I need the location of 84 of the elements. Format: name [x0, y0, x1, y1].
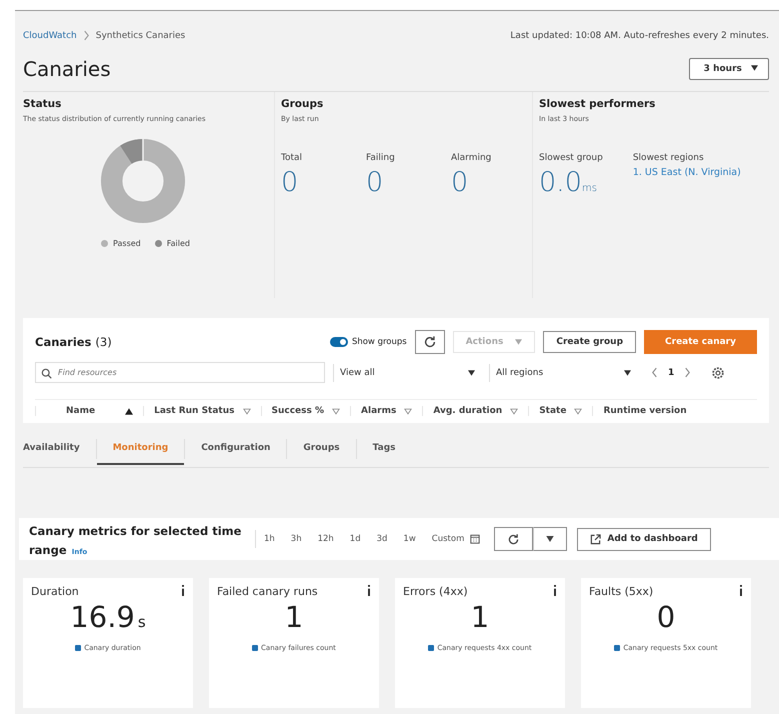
column-header[interactable]: Alarms [361, 406, 396, 416]
previous-page-icon[interactable] [651, 367, 658, 378]
page-number[interactable]: 1 [668, 368, 674, 378]
search-field[interactable]: Find resources [35, 362, 325, 383]
last-updated-text: Last updated: 10:08 AM. Auto-refreshes every 2 minutes. [510, 30, 769, 40]
sort-ascending-icon[interactable] [125, 408, 134, 414]
legend-label: Failed [166, 239, 190, 248]
metric-value: 16.9 s [69, 600, 147, 634]
metric-value: 1 [284, 600, 304, 634]
page-title: Canaries [23, 57, 111, 81]
legend-swatch [252, 645, 258, 651]
time-range-option[interactable]: 1w [395, 530, 424, 548]
column-header[interactable]: Runtime version [603, 406, 687, 416]
next-page-icon[interactable] [684, 367, 692, 378]
panel-title: Slowest performers [539, 98, 656, 110]
refresh-icon [507, 532, 520, 546]
stat-value: 0 [281, 167, 300, 198]
stat-label: Slowest regions [632, 153, 705, 163]
stat-label: Failing [366, 153, 396, 163]
legend-swatch [75, 645, 82, 651]
metric-title: Faults (5xx) [589, 585, 654, 598]
time-range-option[interactable]: Custom [424, 530, 488, 548]
caret-down-icon [546, 536, 554, 542]
sort-icon[interactable] [242, 408, 250, 414]
time-range-option[interactable]: 3h [282, 530, 310, 548]
stat-value: 0 [451, 167, 470, 198]
tab[interactable]: Configuration [185, 433, 286, 465]
column-header[interactable]: Last Run Status [154, 406, 234, 416]
metric-title: Duration [31, 585, 79, 598]
time-range-option[interactable]: 1d [342, 530, 369, 548]
caret-down-icon [468, 370, 475, 376]
chevron-right-icon [82, 30, 90, 41]
region-link[interactable]: 1. US East (N. Virginia) [632, 167, 741, 178]
sort-icon[interactable] [510, 408, 518, 414]
metric-title: Failed canary runs [217, 585, 318, 598]
time-range-option[interactable]: 12h [310, 530, 342, 548]
legend-swatch [428, 645, 434, 651]
sort-icon[interactable] [574, 408, 582, 414]
legend-label: Passed [113, 239, 141, 248]
tab[interactable]: Availability [23, 433, 96, 465]
tab[interactable]: Groups [287, 433, 356, 465]
metric-value: 1 [470, 600, 490, 634]
info-icon[interactable] [367, 585, 371, 596]
external-link-icon [590, 534, 602, 544]
sort-icon[interactable] [332, 408, 340, 414]
column-header[interactable]: Name [66, 406, 96, 416]
toggle-switch[interactable] [330, 337, 348, 347]
stat-value: 0.0 ms [539, 167, 598, 198]
stat-label: Alarming [451, 153, 492, 163]
column-header[interactable]: Avg. duration [433, 406, 502, 416]
time-range-option[interactable]: 3d [368, 530, 396, 548]
stat-label: Slowest group [539, 153, 603, 163]
metric-value: 0 [656, 600, 676, 634]
info-icon[interactable] [553, 585, 557, 596]
refresh-options-dropdown[interactable] [533, 527, 568, 551]
table-title: Canaries (3) [35, 335, 112, 349]
calendar-icon [470, 534, 480, 544]
caret-down-icon [624, 370, 631, 376]
tab[interactable]: Tags [356, 433, 412, 465]
column-header[interactable]: Success % [272, 406, 324, 416]
stat-value: 0 [366, 167, 384, 198]
create-group-button[interactable]: Create group [543, 331, 636, 353]
caret-down-icon [751, 65, 758, 71]
refresh-icon [422, 335, 437, 349]
breadcrumb-link[interactable]: CloudWatch [23, 30, 77, 40]
settings-icon[interactable] [711, 366, 726, 380]
column-header[interactable]: State [539, 406, 566, 416]
add-to-dashboard-button[interactable]: Add to dashboard [577, 528, 711, 550]
time-range-dropdown[interactable]: 3 hours [688, 58, 769, 80]
breadcrumb-current: Synthetics Canaries [96, 30, 186, 40]
caret-down-icon [515, 339, 522, 345]
panel-title: Groups [281, 98, 324, 110]
refresh-button[interactable] [414, 330, 445, 354]
panel-title: Status [23, 98, 62, 110]
time-range-option[interactable]: 1h [256, 530, 283, 548]
metric-title: Errors (4xx) [403, 585, 468, 598]
search-icon [41, 368, 52, 379]
stat-label: Total [281, 153, 304, 163]
info-icon[interactable] [739, 585, 743, 596]
refresh-button[interactable] [494, 527, 534, 551]
sort-icon[interactable] [404, 408, 412, 414]
info-icon[interactable] [181, 585, 185, 596]
legend-swatch [614, 645, 620, 651]
toggle-label: Show groups [352, 337, 407, 347]
